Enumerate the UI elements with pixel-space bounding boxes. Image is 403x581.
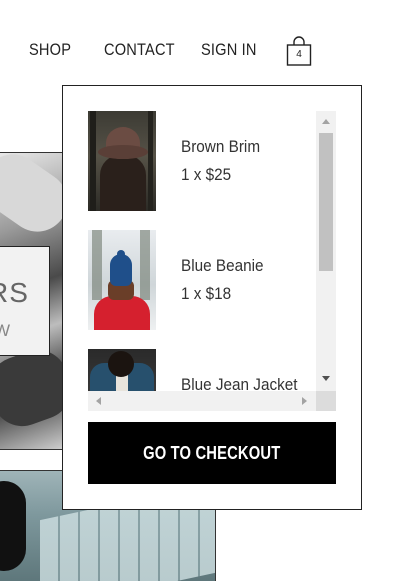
hero-caption-box[interactable]: RS W: [0, 246, 50, 356]
scrollbar-corner: [316, 391, 336, 411]
item-name: Brown Brim: [181, 137, 261, 156]
nav-contact-link[interactable]: CONTACT: [104, 40, 175, 60]
cart-item-count: 4: [296, 49, 302, 60]
hero-caption-subtitle: W: [0, 321, 11, 340]
horizontal-scrollbar[interactable]: [88, 391, 316, 411]
item-price: 1 x $18: [181, 284, 232, 303]
nav-shop-link[interactable]: SHOP: [29, 40, 71, 60]
checkout-button-label: GO TO CHECKOUT: [143, 442, 281, 463]
scroll-down-arrow-icon[interactable]: [322, 376, 330, 381]
cart-item[interactable]: Brown Brim 1 x $25: [88, 111, 316, 211]
item-image: [88, 230, 156, 330]
cart-button[interactable]: 4: [286, 36, 312, 66]
nav-sign-in-link[interactable]: SIGN IN: [201, 40, 257, 60]
item-image: [88, 111, 156, 211]
scroll-up-arrow-icon[interactable]: [322, 119, 330, 124]
go-to-checkout-button[interactable]: GO TO CHECKOUT: [88, 422, 336, 484]
scrollbar-thumb[interactable]: [319, 133, 333, 271]
cart-dropdown: Brown Brim 1 x $25 Blue Beanie 1 x $18 B…: [62, 85, 362, 510]
scroll-left-arrow-icon[interactable]: [96, 397, 101, 405]
hero-caption-title: RS: [0, 277, 29, 308]
item-price: 1 x $25: [181, 165, 232, 184]
vertical-scrollbar[interactable]: [316, 111, 336, 391]
item-name: Blue Beanie: [181, 256, 264, 275]
cart-items-list[interactable]: Brown Brim 1 x $25 Blue Beanie 1 x $18 B…: [88, 111, 336, 411]
scroll-right-arrow-icon[interactable]: [302, 397, 307, 405]
cart-item[interactable]: Blue Beanie 1 x $18: [88, 230, 316, 330]
